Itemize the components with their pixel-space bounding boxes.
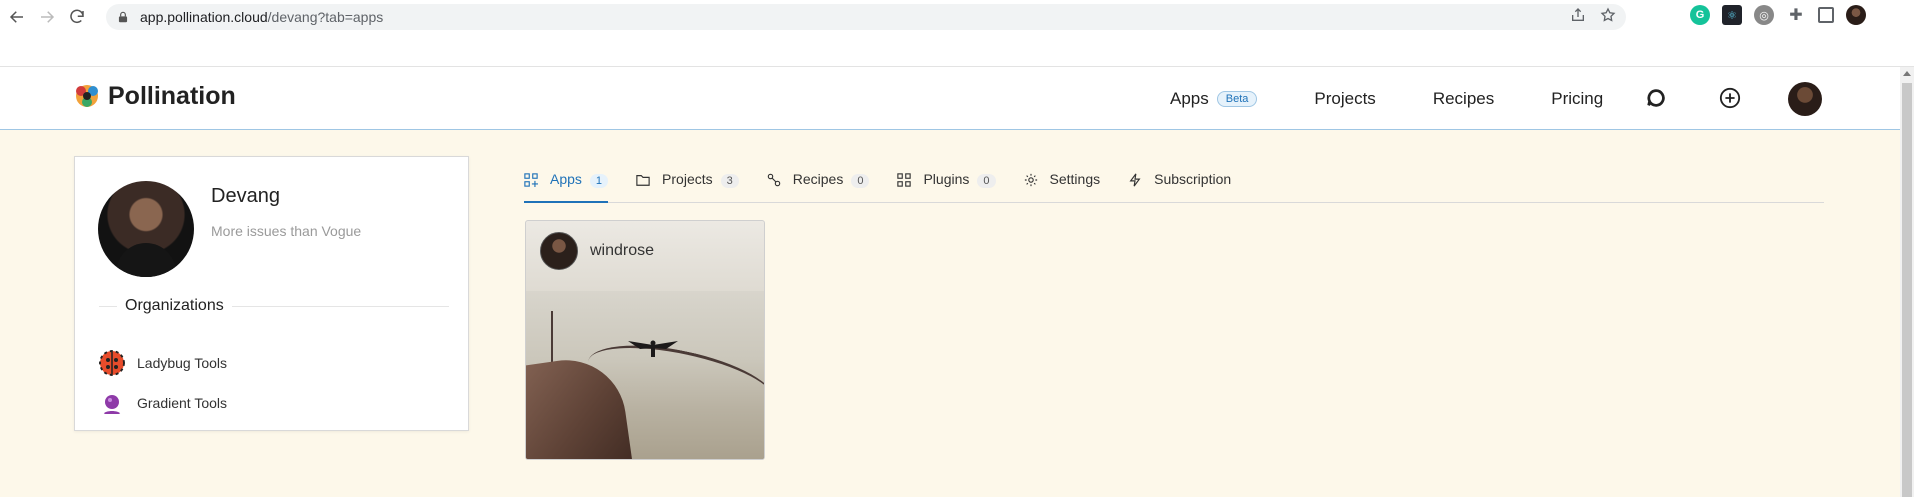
browser-toolbar: app.pollination.cloud/devang?tab=apps G … [0,0,1914,34]
gear-icon [1024,173,1037,187]
puzzle-icon[interactable]: ✚ [1786,5,1806,25]
app-owner-avatar [540,232,578,270]
logo-text: Pollination [108,81,236,110]
profile-avatar [98,181,194,277]
tab-settings[interactable]: Settings [1024,166,1101,202]
browser-bookmark-area [0,34,1914,67]
profile-avatar-icon[interactable] [1846,5,1866,25]
plugin-icon [897,173,912,187]
profile-bio: More issues than Vogue [211,223,362,239]
profile-name: Devang [211,185,280,207]
star-icon[interactable] [1600,7,1616,23]
folder-icon [636,175,650,186]
tab-recipes[interactable]: Recipes 0 [767,166,870,202]
back-icon[interactable] [4,4,30,30]
org-label: Ladybug Tools [137,355,228,371]
org-item-gradient-tools[interactable]: Gradient Tools [99,390,227,416]
share-icon[interactable] [1570,7,1586,23]
org-item-ladybug-tools[interactable]: Ladybug Tools [99,350,227,376]
tab-count: 0 [977,174,996,188]
nav-projects[interactable]: Projects [1314,89,1375,109]
tab-subscription[interactable]: Subscription [1128,166,1231,202]
organizations-heading: Organizations [117,297,232,315]
ladybug-icon [99,350,125,376]
tab-apps[interactable]: Apps 1 [524,166,609,203]
app-header: Pollination Apps Beta Projects Recipes P… [0,67,1900,130]
page-scrollbar[interactable] [1900,67,1914,497]
beta-badge: Beta [1216,90,1258,107]
logo[interactable]: Pollination [72,81,236,111]
org-label: Gradient Tools [137,395,228,411]
tab-projects[interactable]: Projects 3 [636,166,739,202]
url-text: app.pollination.cloud/devang?tab=apps [140,9,384,25]
nav-pricing[interactable]: Pricing [1551,89,1603,109]
forward-icon[interactable] [34,4,60,30]
tab-count: 3 [720,174,739,188]
tab-count: 0 [851,174,870,188]
address-bar[interactable]: app.pollination.cloud/devang?tab=apps [106,4,1626,30]
extension-globe-icon[interactable]: ◎ [1754,5,1774,25]
scroll-up-icon[interactable] [1903,71,1911,76]
app-title[interactable]: windrose [590,242,654,260]
tab-label: Recipes [792,171,844,187]
app-card-header: windrose [526,221,764,281]
recipe-icon [767,173,781,187]
gradient-icon [103,395,121,414]
tab-plugins[interactable]: Plugins 0 [897,166,996,202]
tab-label: Plugins [923,171,970,187]
nav-apps[interactable]: Apps Beta [1170,88,1258,109]
tab-count: 1 [589,174,609,188]
nav-recipes[interactable]: Recipes [1433,89,1494,109]
react-devtools-icon[interactable]: ⚛ [1722,5,1742,25]
tab-label: Subscription [1154,171,1232,187]
tab-label: Settings [1049,171,1101,187]
bolt-icon [1129,173,1141,187]
sidepanel-icon[interactable] [1818,7,1834,23]
scroll-thumb[interactable] [1902,83,1912,497]
main-nav: Apps Beta Projects Recipes Pricing [1170,67,1660,130]
reload-icon[interactable] [64,4,90,30]
grammarly-icon[interactable]: G [1690,5,1710,25]
cormorant-bird [628,340,678,357]
add-circle-icon[interactable] [1719,87,1741,109]
nav-apps-label: Apps [1170,88,1209,108]
apps-icon [524,173,538,187]
profile-card: Devang More issues than Vogue Organizati… [74,156,469,431]
lock-icon [118,11,128,23]
profile-tabs: Apps 1 Projects 3 Recipes 0 Plugins 0 Se… [524,166,1824,203]
tab-label: Apps [550,171,582,187]
pollination-logo-icon [76,85,98,107]
tab-label: Projects [662,171,713,187]
chat-icon[interactable] [1645,87,1667,109]
app-card[interactable]: windrose [525,220,765,460]
user-avatar[interactable] [1788,82,1822,116]
